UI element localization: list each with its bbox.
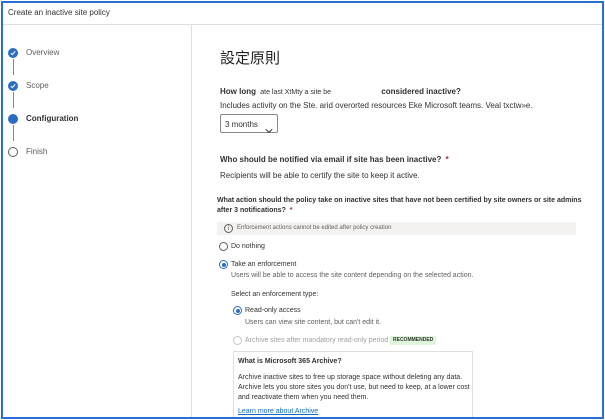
read-only-help: Users can view site content, but can't e… — [245, 319, 381, 326]
chevron-down-icon — [265, 121, 273, 139]
dialog-window: Create an inactive site policy Overview … — [1, 1, 604, 419]
pending-step-dot — [8, 147, 18, 157]
title-bar: Create an inactive site policy — [3, 3, 602, 25]
action-question-label: What action should the policy take on in… — [217, 197, 582, 204]
current-step-dot — [8, 114, 18, 124]
configuration-panel: 設定原則 How long ate last XtMty a site be c… — [193, 25, 602, 417]
inactivity-help-text: Includes activity on the Ste. arid overo… — [220, 101, 533, 110]
take-enforcement-label: Take an enforcement — [231, 261, 297, 268]
step-connector — [13, 92, 14, 108]
step-overview[interactable]: Overview — [8, 47, 188, 59]
step-scope[interactable]: Scope — [8, 80, 188, 92]
step-label: Configuration — [26, 114, 79, 123]
question-text: ate last XtMty a site be — [260, 89, 332, 96]
card-title: What is Microsoft 365 Archive? — [238, 358, 342, 365]
check-icon — [8, 48, 18, 58]
required-mark: * — [445, 155, 449, 164]
read-only-label: Read-only access — [245, 307, 301, 314]
take-enforcement-radio[interactable] — [219, 260, 228, 269]
archive-radio[interactable] — [233, 336, 242, 345]
question-text: considered inactive? — [381, 87, 461, 96]
take-enforcement-help: Users will be able to access the site co… — [231, 272, 474, 279]
inactivity-question-label: How long ate last XtMty a site be consid… — [220, 87, 461, 96]
action-question-label-line2: after 3 notifications? * — [217, 207, 293, 214]
page-title: 設定原則 — [220, 49, 281, 67]
archive-info-card: What is Microsoft 365 Archive? Archive i… — [233, 351, 473, 417]
question-text: Who should be notified via email if site… — [220, 155, 442, 164]
card-body: Archive inactive sites to free up storag… — [238, 374, 470, 401]
step-label: Overview — [26, 48, 60, 57]
check-icon — [8, 81, 18, 91]
question-text: How long — [220, 87, 256, 96]
question-text: after 3 notifications? — [217, 207, 286, 214]
step-label: Scope — [26, 81, 49, 90]
read-only-radio[interactable] — [233, 306, 242, 315]
step-label: Finish — [26, 147, 48, 156]
step-connector — [13, 125, 14, 141]
window-title: Create an inactive site policy — [8, 8, 110, 17]
info-icon: i — [224, 224, 233, 233]
learn-more-link[interactable]: Learn more about Archive — [238, 408, 318, 415]
notify-help-text: Recipients will be able to certify the s… — [220, 171, 420, 180]
info-banner: i Enforcement actions cannot be edited a… — [217, 222, 576, 235]
do-nothing-radio[interactable] — [219, 242, 228, 251]
inactivity-period-dropdown[interactable]: 3 months — [220, 114, 278, 134]
step-finish[interactable]: Finish — [8, 146, 188, 158]
required-mark: * — [289, 207, 293, 214]
step-connector — [13, 59, 14, 75]
step-configuration[interactable]: Configuration — [8, 113, 188, 125]
dropdown-value: 3 months — [225, 120, 258, 129]
notify-question-label: Who should be notified via email if site… — [220, 155, 449, 164]
recommended-badge: RECOMMENDED — [390, 336, 437, 345]
do-nothing-label: Do nothing — [231, 243, 265, 250]
wizard-steps-sidebar: Overview Scope Configuration Finish — [3, 25, 192, 417]
banner-message: Enforcement actions cannot be edited aft… — [237, 225, 392, 231]
archive-label: Archive sites after mandatory read-only … — [245, 337, 389, 344]
enforcement-type-label: Select an enforcement type: — [231, 291, 319, 298]
